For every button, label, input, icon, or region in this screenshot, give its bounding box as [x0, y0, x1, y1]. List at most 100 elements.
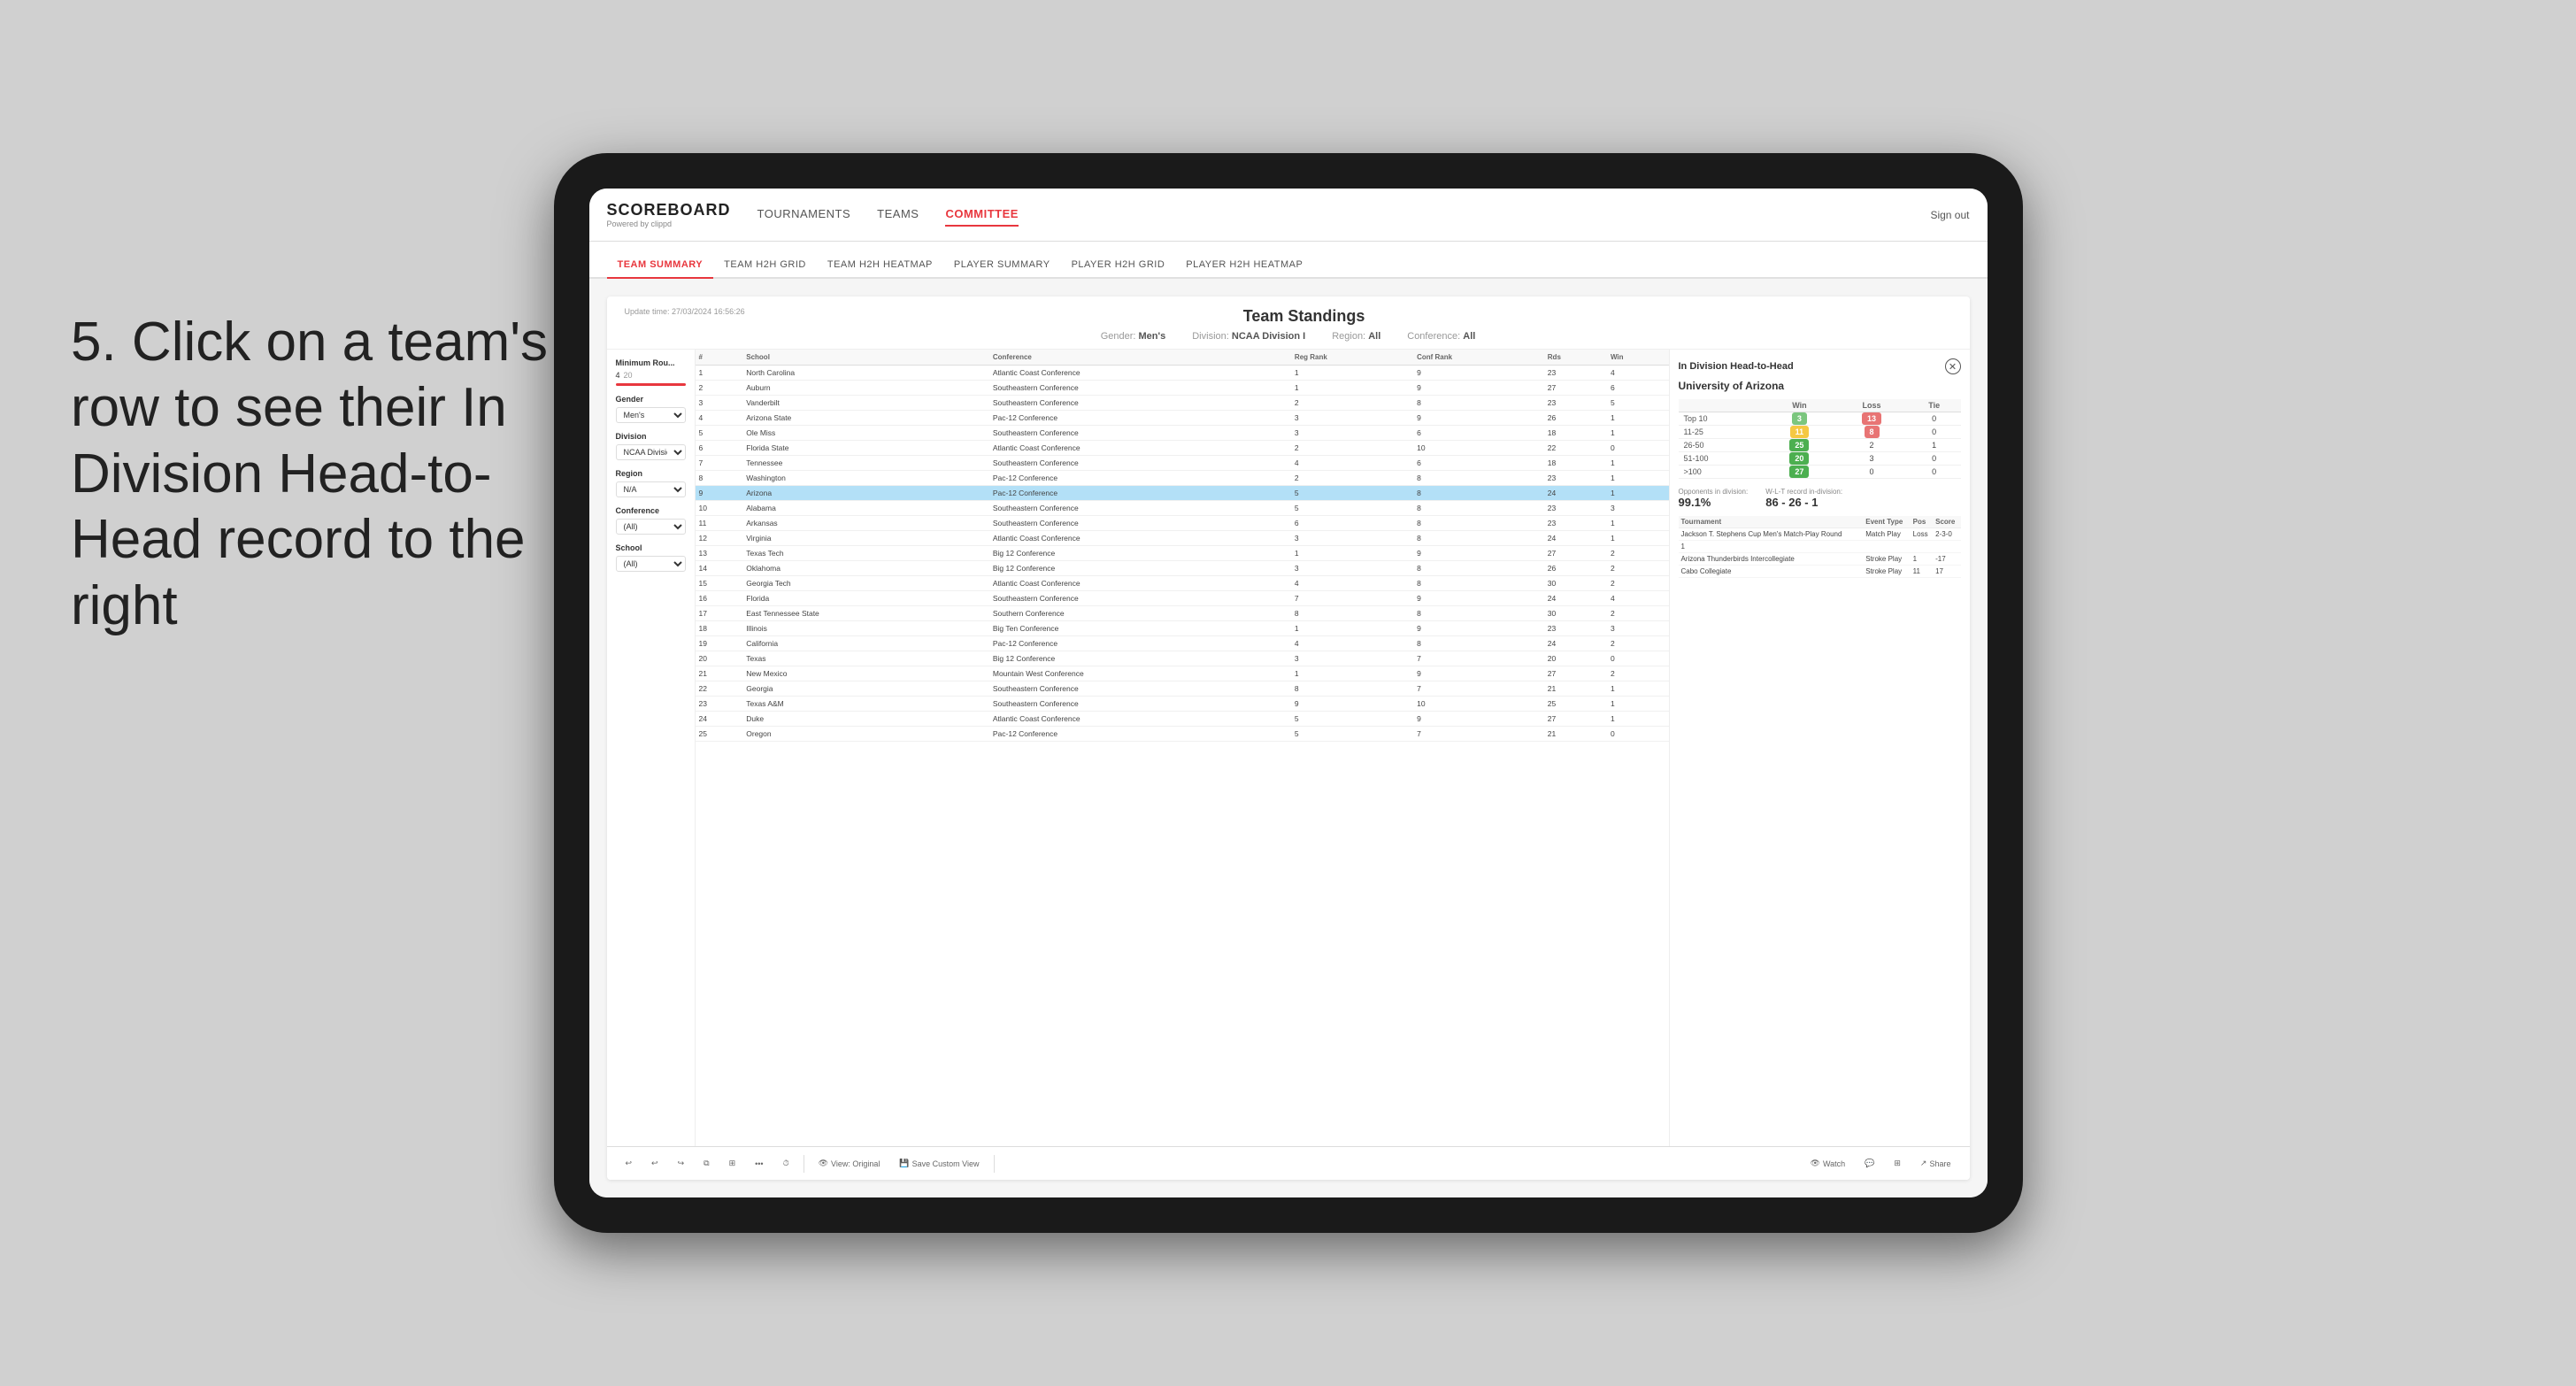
cell-reg-rank: 8 — [1291, 681, 1413, 697]
h2h-row: 11-25 11 8 0 — [1679, 426, 1961, 439]
clock-button[interactable]: ⏱ — [778, 1156, 795, 1171]
cell-rds: 25 — [1544, 697, 1607, 712]
table-row[interactable]: 15 Georgia Tech Atlantic Coast Conferenc… — [696, 576, 1669, 591]
paste-button[interactable]: ⊞ — [724, 1156, 742, 1171]
nav-teams[interactable]: TEAMS — [877, 203, 919, 227]
table-row[interactable]: 25 Oregon Pac-12 Conference 5 7 21 0 — [696, 727, 1669, 742]
col-conf-rank: Conf Rank — [1413, 350, 1544, 366]
cell-conf-rank: 9 — [1413, 381, 1544, 396]
table-row[interactable]: 9 Arizona Pac-12 Conference 5 8 24 1 — [696, 486, 1669, 501]
cell-rank: 12 — [696, 531, 743, 546]
outer-wrapper: 5. Click on a team's row to see their In… — [0, 0, 2576, 1386]
table-row[interactable]: 22 Georgia Southeastern Conference 8 7 2… — [696, 681, 1669, 697]
sign-out-link[interactable]: Sign out — [1930, 209, 1969, 221]
h2h-tie: 0 — [1908, 426, 1961, 439]
tournament-pos — [1911, 541, 1933, 553]
sub-nav-player-summary[interactable]: PLAYER SUMMARY — [943, 252, 1061, 279]
min-rounds-slider[interactable] — [616, 383, 686, 386]
table-row[interactable]: 7 Tennessee Southeastern Conference 4 6 … — [696, 456, 1669, 471]
cell-rds: 30 — [1544, 606, 1607, 621]
school-select[interactable]: (All) — [616, 556, 686, 572]
sub-nav-team-h2h-heatmap[interactable]: TEAM H2H HEATMAP — [817, 252, 943, 279]
h2h-range: Top 10 — [1679, 412, 1764, 426]
undo-button[interactable]: ↩ — [620, 1156, 638, 1171]
cell-school: Texas A&M — [742, 697, 989, 712]
h2h-win: 27 — [1764, 466, 1836, 479]
nav-bar: SCOREBOARD Powered by clippd TOURNAMENTS… — [589, 189, 1988, 242]
table-row[interactable]: 21 New Mexico Mountain West Conference 1… — [696, 666, 1669, 681]
cell-win: 1 — [1607, 426, 1669, 441]
conference-select[interactable]: (All) — [616, 519, 686, 535]
nav-committee[interactable]: COMMITTEE — [945, 203, 1019, 227]
table-row[interactable]: 6 Florida State Atlantic Coast Conferenc… — [696, 441, 1669, 456]
region-value: All — [1368, 331, 1380, 342]
table-row[interactable]: 10 Alabama Southeastern Conference 5 8 2… — [696, 501, 1669, 516]
cell-reg-rank: 3 — [1291, 411, 1413, 426]
table-row[interactable]: 13 Texas Tech Big 12 Conference 1 9 27 2 — [696, 546, 1669, 561]
view-original-button[interactable]: 👁 View: Original — [813, 1156, 886, 1171]
cell-rank: 15 — [696, 576, 743, 591]
h2h-close-button[interactable]: ✕ — [1945, 358, 1961, 374]
table-row[interactable]: 18 Illinois Big Ten Conference 1 9 23 3 — [696, 621, 1669, 636]
min-rounds-max: 20 — [624, 371, 633, 380]
nav-tournaments[interactable]: TOURNAMENTS — [757, 203, 851, 227]
gender-select[interactable]: Men's — [616, 407, 686, 423]
table-row[interactable]: 24 Duke Atlantic Coast Conference 5 9 27… — [696, 712, 1669, 727]
cell-win: 2 — [1607, 576, 1669, 591]
table-row[interactable]: 1 North Carolina Atlantic Coast Conferen… — [696, 366, 1669, 381]
more-button[interactable]: ••• — [750, 1157, 768, 1171]
cell-reg-rank: 2 — [1291, 441, 1413, 456]
table-row[interactable]: 5 Ole Miss Southeastern Conference 3 6 1… — [696, 426, 1669, 441]
share-button[interactable]: ↗ Share — [1915, 1156, 1957, 1171]
division-label: Division: — [1192, 331, 1229, 342]
h2h-win: 3 — [1764, 412, 1836, 426]
cell-win: 1 — [1607, 471, 1669, 486]
cell-rds: 26 — [1544, 411, 1607, 426]
cell-rank: 11 — [696, 516, 743, 531]
cell-rank: 4 — [696, 411, 743, 426]
table-row[interactable]: 2 Auburn Southeastern Conference 1 9 27 … — [696, 381, 1669, 396]
cell-conference: Big Ten Conference — [989, 621, 1291, 636]
table-row[interactable]: 16 Florida Southeastern Conference 7 9 2… — [696, 591, 1669, 606]
grid-button[interactable]: ⊞ — [1888, 1156, 1906, 1171]
sub-nav-player-h2h-grid[interactable]: PLAYER H2H GRID — [1061, 252, 1176, 279]
cell-rds: 24 — [1544, 636, 1607, 651]
table-row[interactable]: 23 Texas A&M Southeastern Conference 9 1… — [696, 697, 1669, 712]
tournament-pos: Loss — [1911, 528, 1933, 541]
cell-rank: 25 — [696, 727, 743, 742]
table-row[interactable]: 14 Oklahoma Big 12 Conference 3 8 26 2 — [696, 561, 1669, 576]
sub-nav-team-h2h-grid[interactable]: TEAM H2H GRID — [713, 252, 817, 279]
cell-conf-rank: 9 — [1413, 411, 1544, 426]
table-row[interactable]: 4 Arizona State Pac-12 Conference 3 9 26… — [696, 411, 1669, 426]
sub-nav-player-h2h-heatmap[interactable]: PLAYER H2H HEATMAP — [1175, 252, 1313, 279]
undo2-button[interactable]: ↩ — [646, 1156, 664, 1171]
cell-rank: 16 — [696, 591, 743, 606]
cell-rds: 22 — [1544, 441, 1607, 456]
table-row[interactable]: 3 Vanderbilt Southeastern Conference 2 8… — [696, 396, 1669, 411]
tournament-event-type — [1863, 541, 1910, 553]
table-row[interactable]: 20 Texas Big 12 Conference 3 7 20 0 — [696, 651, 1669, 666]
cell-conf-rank: 8 — [1413, 396, 1544, 411]
copy-button[interactable]: ⧉ — [698, 1156, 714, 1171]
save-custom-button[interactable]: 💾 Save Custom View — [894, 1156, 984, 1171]
h2h-col-loss: Loss — [1835, 399, 1908, 412]
cell-rank: 13 — [696, 546, 743, 561]
division-select[interactable]: NCAA Division I — [616, 444, 686, 460]
comment-button[interactable]: 💬 — [1859, 1156, 1880, 1171]
table-row[interactable]: 17 East Tennessee State Southern Confere… — [696, 606, 1669, 621]
redo-button[interactable]: ↪ — [673, 1156, 690, 1171]
h2h-loss: 0 — [1835, 466, 1908, 479]
region-select[interactable]: N/A — [616, 481, 686, 497]
table-row[interactable]: 8 Washington Pac-12 Conference 2 8 23 1 — [696, 471, 1669, 486]
sub-nav-team-summary[interactable]: TEAM SUMMARY — [607, 252, 714, 279]
cell-win: 3 — [1607, 621, 1669, 636]
cell-win: 3 — [1607, 501, 1669, 516]
cell-win: 0 — [1607, 651, 1669, 666]
gender-filter-label: Gender — [616, 395, 686, 404]
eye-icon: 👁 — [819, 1159, 828, 1168]
table-row[interactable]: 11 Arkansas Southeastern Conference 6 8 … — [696, 516, 1669, 531]
watch-button[interactable]: 👁 Watch — [1805, 1156, 1851, 1171]
table-row[interactable]: 19 California Pac-12 Conference 4 8 24 2 — [696, 636, 1669, 651]
tournament-name: 1 — [1679, 541, 1864, 553]
table-row[interactable]: 12 Virginia Atlantic Coast Conference 3 … — [696, 531, 1669, 546]
